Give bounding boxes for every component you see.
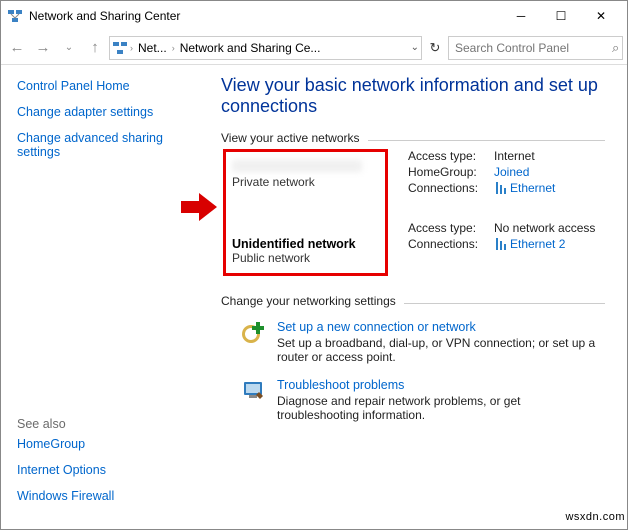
search-box[interactable]: ⌕ xyxy=(448,36,623,60)
breadcrumb[interactable]: Network and Sharing Ce... xyxy=(177,41,324,55)
search-input[interactable] xyxy=(453,40,612,56)
breadcrumb[interactable]: Net... xyxy=(135,41,170,55)
troubleshoot-desc: Diagnose and repair network problems, or… xyxy=(277,394,605,422)
internet-options-link[interactable]: Internet Options xyxy=(17,463,205,477)
troubleshoot-icon xyxy=(241,378,267,404)
red-arrow-annotation xyxy=(181,193,217,221)
label: HomeGroup: xyxy=(408,165,488,179)
ethernet-icon xyxy=(494,182,508,194)
connection-link[interactable]: Ethernet xyxy=(510,181,555,195)
label: Access type: xyxy=(408,221,488,235)
chevron-right-icon[interactable]: › xyxy=(172,43,175,53)
back-button[interactable]: ← xyxy=(5,36,29,60)
change-adapter-link[interactable]: Change adapter settings xyxy=(17,105,205,119)
address-bar[interactable]: › Net... › Network and Sharing Ce... ⌄ xyxy=(109,36,422,60)
change-settings-label: Change your networking settings xyxy=(221,294,396,308)
close-button[interactable]: ✕ xyxy=(581,2,621,30)
label: Connections: xyxy=(408,237,488,251)
value: Internet xyxy=(494,149,595,163)
recent-dropdown[interactable]: ⌄ xyxy=(57,36,81,60)
value: No network access xyxy=(494,221,595,235)
network-details: Access type: No network access Connectio… xyxy=(408,221,595,251)
search-icon: ⌕ xyxy=(612,40,619,56)
label: Connections: xyxy=(408,181,488,195)
address-dropdown[interactable]: ⌄ xyxy=(411,42,419,53)
change-advanced-sharing-link[interactable]: Change advanced sharing settings xyxy=(17,131,205,159)
watermark: wsxdn.com xyxy=(565,511,625,523)
see-also-label: See also xyxy=(17,417,205,431)
network-name: Unidentified network xyxy=(232,237,377,251)
network-box: Private network Unidentified network Pub… xyxy=(223,149,388,276)
homegroup-link[interactable]: HomeGroup xyxy=(17,437,205,451)
homegroup-status-link[interactable]: Joined xyxy=(494,165,595,179)
maximize-button[interactable]: ☐ xyxy=(541,2,581,30)
network-icon xyxy=(112,40,128,56)
network-details: Access type: Internet HomeGroup: Joined … xyxy=(408,149,595,195)
label: Access type: xyxy=(408,149,488,163)
setup-connection-desc: Set up a broadband, dial-up, or VPN conn… xyxy=(277,336,605,364)
network-icon xyxy=(7,8,23,24)
connection-link[interactable]: Ethernet 2 xyxy=(510,237,565,251)
refresh-button[interactable]: ↻ xyxy=(424,40,446,56)
network-type: Public network xyxy=(232,251,377,265)
ethernet-icon xyxy=(494,238,508,250)
network-type: Private network xyxy=(232,175,377,189)
windows-firewall-link[interactable]: Windows Firewall xyxy=(17,489,205,503)
redacted-network-name xyxy=(232,160,362,172)
up-button[interactable]: ↑ xyxy=(83,36,107,60)
new-connection-icon xyxy=(241,320,267,346)
forward-button[interactable]: → xyxy=(31,36,55,60)
troubleshoot-link[interactable]: Troubleshoot problems xyxy=(277,378,404,392)
active-networks-label: View your active networks xyxy=(221,131,360,145)
control-panel-home-link[interactable]: Control Panel Home xyxy=(17,79,205,93)
window-title: Network and Sharing Center xyxy=(29,9,501,23)
page-title: View your basic network information and … xyxy=(221,75,605,117)
chevron-right-icon[interactable]: › xyxy=(130,43,133,53)
minimize-button[interactable]: ─ xyxy=(501,2,541,30)
setup-connection-link[interactable]: Set up a new connection or network xyxy=(277,320,476,334)
